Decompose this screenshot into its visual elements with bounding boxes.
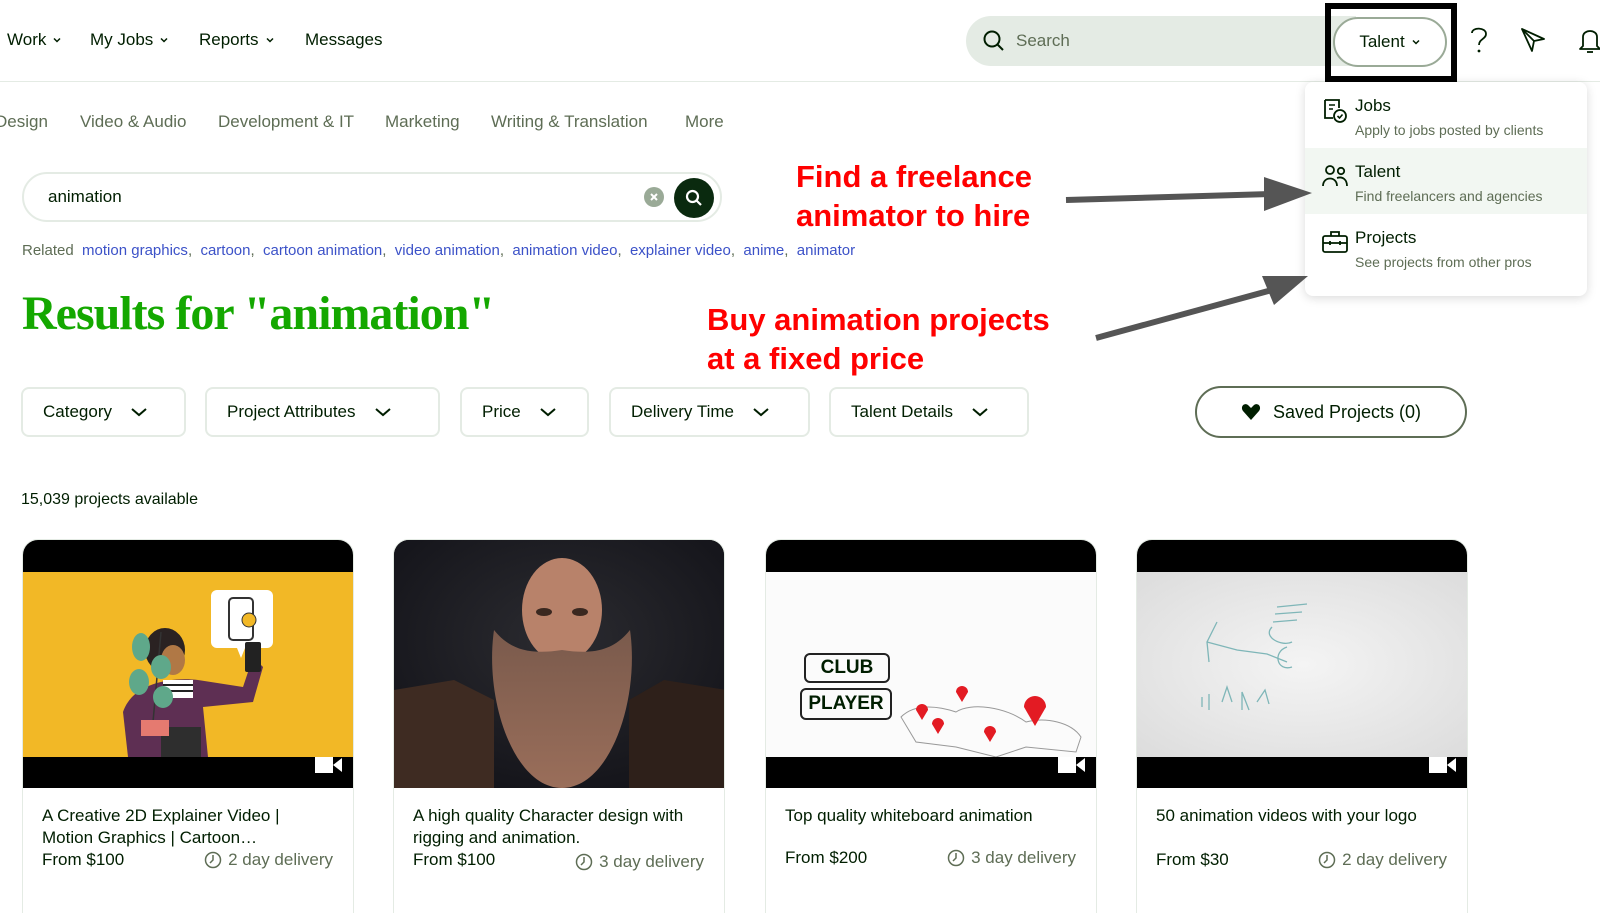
project-thumbnail xyxy=(394,540,724,788)
project-title[interactable]: A Creative 2D Explainer Video | Motion G… xyxy=(42,805,332,849)
filter-category[interactable]: Category xyxy=(21,387,186,437)
filter-project-attributes[interactable]: Project Attributes xyxy=(205,387,440,437)
saved-projects-button[interactable]: Saved Projects (0) xyxy=(1195,386,1467,438)
video-camera-icon xyxy=(1429,757,1456,773)
arrow-to-talent xyxy=(1065,177,1312,211)
filter-project-attributes-label: Project Attributes xyxy=(227,402,356,421)
filter-delivery-time-label: Delivery Time xyxy=(631,402,734,421)
arrow-to-projects xyxy=(1095,276,1308,341)
project-delivery-label: 2 day delivery xyxy=(1342,850,1447,869)
projects-count: 15,039 projects available xyxy=(21,491,199,508)
chevron-down-icon xyxy=(972,408,988,417)
project-title[interactable]: Top quality whiteboard animation xyxy=(785,805,1075,827)
project-thumbnail xyxy=(23,540,353,788)
clock-icon xyxy=(947,849,965,867)
project-price: From $30 xyxy=(1156,850,1229,869)
chevron-down-icon xyxy=(753,408,769,417)
project-card[interactable]: A high quality Character design with rig… xyxy=(393,539,725,913)
filter-delivery-time[interactable]: Delivery Time xyxy=(609,387,810,437)
project-delivery: 2 day delivery xyxy=(1318,850,1447,870)
world-map-pins xyxy=(900,686,1082,757)
project-delivery: 3 day delivery xyxy=(575,852,704,872)
whiteboard-world-map: CLUB PLAYER xyxy=(766,572,1096,757)
project-thumbnail: CLUB PLAYER xyxy=(766,540,1096,788)
project-delivery-label: 2 day delivery xyxy=(228,850,333,869)
filter-category-label: Category xyxy=(43,402,112,421)
saved-projects-label: Saved Projects (0) xyxy=(1272,401,1422,422)
project-delivery-label: 3 day delivery xyxy=(599,852,704,871)
project-card[interactable]: 50 animation videos with your logo From … xyxy=(1136,539,1468,913)
project-card[interactable]: A Creative 2D Explainer Video | Motion G… xyxy=(22,539,354,913)
filter-price[interactable]: Price xyxy=(460,387,589,437)
sketch-lines xyxy=(1201,603,1308,711)
project-thumbnail xyxy=(1137,540,1467,788)
logo-sketch xyxy=(1137,572,1467,757)
chevron-down-icon xyxy=(131,408,147,417)
thumb-text-player: PLAYER xyxy=(800,688,892,720)
filter-talent-details[interactable]: Talent Details xyxy=(829,387,1029,437)
clock-icon xyxy=(575,853,593,871)
filter-price-label: Price xyxy=(482,402,521,421)
chevron-down-icon xyxy=(540,408,556,417)
project-price: From $200 xyxy=(785,848,868,867)
video-camera-icon xyxy=(315,757,342,773)
project-price: From $100 xyxy=(42,850,125,869)
thumb-text-club: CLUB xyxy=(804,653,890,683)
project-delivery: 2 day delivery xyxy=(204,850,333,870)
project-title[interactable]: 50 animation videos with your logo xyxy=(1156,805,1446,827)
filter-talent-details-label: Talent Details xyxy=(851,402,954,421)
clock-icon xyxy=(204,851,222,869)
project-delivery-label: 3 day delivery xyxy=(971,848,1076,867)
project-title[interactable]: A high quality Character design with rig… xyxy=(413,805,703,849)
heart-icon xyxy=(1241,404,1261,420)
3d-dwarf-character xyxy=(394,540,724,788)
project-price: From $100 xyxy=(413,850,496,869)
clock-icon xyxy=(1318,851,1336,869)
project-delivery: 3 day delivery xyxy=(947,848,1076,868)
illustration-woman-phone xyxy=(23,572,353,757)
video-camera-icon xyxy=(1058,757,1085,773)
chevron-down-icon xyxy=(374,408,391,417)
project-card[interactable]: CLUB PLAYER Top quality whiteboard anima… xyxy=(765,539,1097,913)
